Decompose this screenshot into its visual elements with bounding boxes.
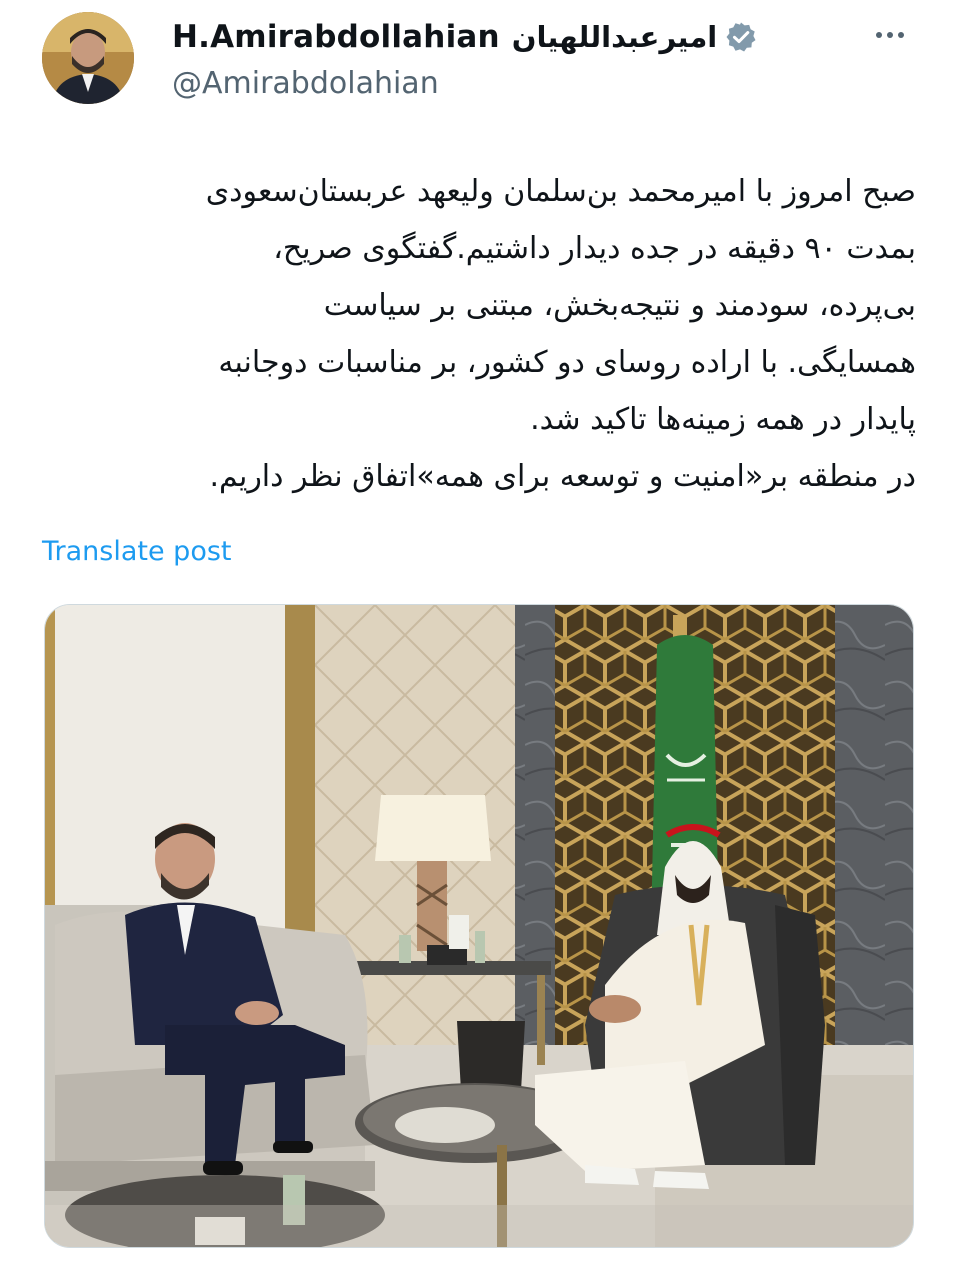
tweet-header: H.Amirabdollahian امیرعبداللهیان @Amirab… xyxy=(0,0,958,120)
author-handle[interactable]: @Amirabdolahian xyxy=(172,66,757,101)
author-persian-name[interactable]: امیرعبداللهیان xyxy=(512,20,717,54)
tweet-line: همسایگی. با اراده روسای دو کشور، بر مناس… xyxy=(218,345,916,380)
translate-post-link[interactable]: Translate post xyxy=(42,536,232,567)
tweet-photo[interactable] xyxy=(44,604,914,1248)
tweet-line: در منطقه بر«امنیت و توسعه برای همه»اتفاق… xyxy=(209,459,916,494)
meeting-photo xyxy=(45,605,913,1247)
tweet-line: پایدار در همه زمینه‌ها تاکید شد. xyxy=(530,402,916,437)
tweet-line: بی‌پرده، سودمند و نتیجه‌بخش، مبتنی بر سی… xyxy=(323,288,916,323)
tweet-text: صبح امروز با امیرمحمد بن‌سلمان ولیعهد عر… xyxy=(40,163,916,505)
more-options-icon[interactable] xyxy=(868,20,912,50)
author-avatar[interactable] xyxy=(42,12,134,104)
author-display-name[interactable]: H.Amirabdollahian xyxy=(172,19,500,55)
verified-badge-icon xyxy=(726,22,756,52)
tweet-line: صبح امروز با امیرمحمد بن‌سلمان ولیعهد عر… xyxy=(205,174,916,209)
tweet-line: بمدت ۹۰ دقیقه در جده دیدار داشتیم.گفتگوی… xyxy=(273,231,916,266)
